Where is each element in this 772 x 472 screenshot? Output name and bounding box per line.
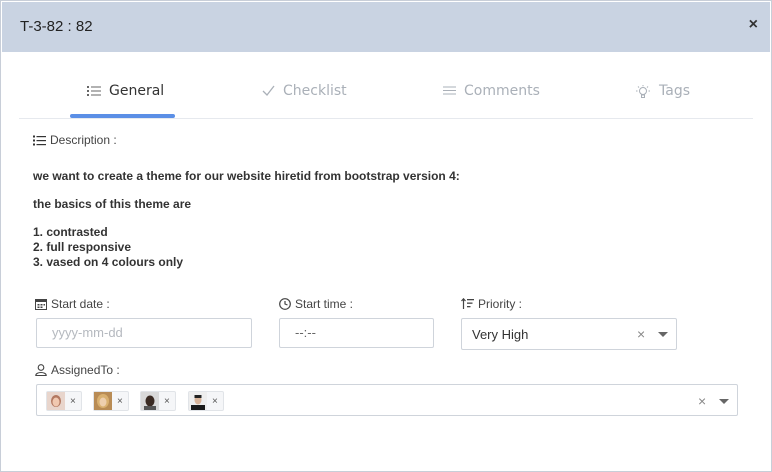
remove-assignee-button[interactable]: ×	[159, 396, 175, 407]
list-item: 1. contrasted	[33, 225, 108, 239]
description-body: we want to create a theme for our websit…	[33, 169, 460, 270]
chevron-down-icon[interactable]	[658, 332, 668, 337]
tab-tags[interactable]: Tags	[635, 73, 690, 119]
check-icon	[262, 85, 275, 96]
start-time-label-text: Start time :	[295, 297, 354, 311]
tab-comments-label: Comments	[464, 83, 540, 99]
description-label-text: Description :	[50, 133, 117, 147]
lines-icon	[443, 86, 456, 95]
remove-assignee-button[interactable]: ×	[65, 396, 81, 407]
start-time-input[interactable]: --:--	[279, 318, 434, 348]
assigned-to-label-text: AssignedTo :	[51, 363, 120, 377]
priority-label: Priority :	[461, 297, 522, 311]
remove-assignee-button[interactable]: ×	[207, 396, 223, 407]
list-item: 3. vased on 4 colours only	[33, 255, 184, 269]
start-date-input[interactable]: yyyy-mm-dd	[36, 318, 252, 348]
calendar-icon	[35, 299, 47, 310]
assignee-chip: ×	[140, 391, 176, 411]
avatar	[47, 392, 65, 410]
user-icon	[35, 364, 47, 376]
priority-select[interactable]: Very High ×	[461, 318, 677, 350]
start-date-label: Start date :	[35, 297, 110, 311]
assigned-to-select[interactable]: × × × × ×	[36, 384, 738, 416]
assignee-chip: ×	[46, 391, 82, 411]
description-list: 1. contrasted 2. full responsive 3. vase…	[33, 225, 460, 270]
assignee-chip: ×	[93, 391, 129, 411]
description-label: Description :	[33, 133, 117, 147]
tab-general-label: General	[109, 83, 165, 99]
assigned-to-clear-button[interactable]: ×	[698, 393, 706, 409]
list-item: 2. full responsive	[33, 240, 132, 254]
list-icon	[87, 86, 101, 96]
modal-header: T-3-82 : 82 ×	[2, 2, 770, 52]
tab-checklist-label: Checklist	[283, 83, 347, 99]
close-button[interactable]: ×	[749, 16, 758, 34]
modal-title: T-3-82 : 82	[20, 18, 93, 35]
clock-icon	[279, 298, 291, 310]
sort-icon	[461, 298, 474, 309]
active-tab-indicator	[70, 114, 175, 118]
task-modal: T-3-82 : 82 × General Checklist Comments	[0, 0, 772, 472]
tab-checklist[interactable]: Checklist	[262, 73, 347, 119]
remove-assignee-button[interactable]: ×	[112, 396, 128, 407]
tab-general[interactable]: General	[87, 73, 164, 119]
assigned-to-label: AssignedTo :	[35, 363, 120, 377]
start-time-label: Start time :	[279, 297, 353, 311]
tab-comments[interactable]: Comments	[443, 73, 540, 119]
avatar	[141, 392, 159, 410]
description-paragraph: the basics of this theme are	[33, 197, 192, 211]
avatar	[189, 392, 207, 410]
assignee-chip: ×	[188, 391, 224, 411]
priority-label-text: Priority :	[478, 297, 523, 311]
avatar	[94, 392, 112, 410]
tab-bar: General Checklist Comments Tags	[19, 73, 753, 119]
start-date-label-text: Start date :	[51, 297, 110, 311]
priority-value: Very High	[472, 327, 529, 342]
list-icon	[33, 135, 46, 145]
priority-clear-button[interactable]: ×	[637, 326, 645, 342]
description-paragraph: we want to create a theme for our websit…	[33, 169, 460, 183]
lightbulb-icon	[636, 85, 650, 98]
tab-tags-label: Tags	[659, 83, 690, 99]
chevron-down-icon[interactable]	[719, 399, 729, 404]
